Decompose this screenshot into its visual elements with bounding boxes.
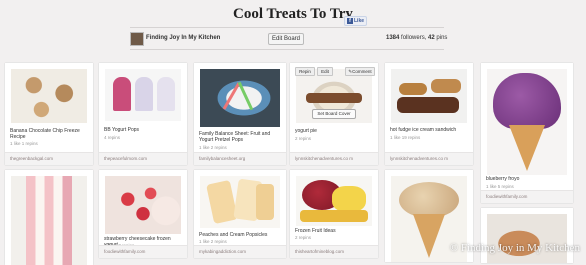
facebook-like-button[interactable]: f Like: [344, 16, 368, 26]
pins-count: 42: [428, 35, 435, 41]
comment-label: Comment: [352, 69, 372, 74]
pin-stats: 1 like 1 repins: [10, 141, 38, 146]
pin-source[interactable]: lynnskitchenadventures.co m: [385, 152, 473, 165]
board-title: Cool Treats To Try: [233, 6, 353, 22]
pin-image[interactable]: [11, 176, 87, 265]
pin-card[interactable]: Repin Edit ✎Comment Set Board Cover yogu…: [290, 63, 378, 165]
owner-avatar[interactable]: [130, 32, 144, 46]
pin-source[interactable]: familybalancesheet.org: [194, 152, 286, 165]
pin-source[interactable]: thegreenbackgal.com: [5, 152, 93, 165]
followers-label: followers,: [401, 35, 427, 41]
pin-stats: 1 like 2 repins: [199, 145, 227, 150]
pin-card[interactable]: hot fudge ice cream sandwich 1 like 19 r…: [385, 63, 473, 165]
edit-pin-button[interactable]: Edit: [317, 67, 333, 76]
pin-stats: 2 repins: [295, 136, 312, 141]
pin-stats: 1 like 5 repins: [486, 184, 514, 189]
pin-source[interactable]: mykabingaddiction.com: [194, 245, 286, 258]
pin-image[interactable]: [487, 214, 567, 263]
pin-description: BB Yogurt Pops: [104, 127, 140, 133]
pin-description: blueberry froyo: [486, 176, 520, 182]
owner-name[interactable]: Finding Joy In My Kitchen: [146, 35, 220, 41]
pin-description: Banana Chocolate Chip Freeze Recipe: [10, 128, 80, 140]
board-stats: 1384 followers, 42 pins: [386, 35, 447, 41]
edit-board-button[interactable]: Edit Board: [268, 33, 304, 45]
pin-description: Family Balance Sheet: Fruit and Yogurt P…: [199, 131, 271, 143]
pin-source[interactable]: thisheartofmineblog.com: [290, 245, 378, 258]
pin-description: yogurt pie: [295, 128, 317, 134]
pin-source[interactable]: lynnskitchenadventures.co m: [290, 152, 378, 165]
pin-image[interactable]: [11, 69, 87, 123]
pin-image[interactable]: [296, 176, 372, 226]
header-divider-bottom: [130, 49, 444, 50]
watermark: © Finding Joy in My Kitchen: [449, 242, 580, 254]
pin-image[interactable]: [105, 69, 181, 121]
pin-description: Peaches and Cream Popsicles: [199, 232, 268, 238]
pin-card[interactable]: strawberry cheesecake frozen yogurt 1 li…: [99, 170, 187, 258]
set-board-cover-button[interactable]: Set Board Cover: [312, 109, 356, 119]
pins-label: pins: [436, 35, 448, 41]
pin-stats: 2 repins: [295, 235, 312, 240]
pin-image[interactable]: [105, 176, 181, 234]
followers-count[interactable]: 1384: [386, 35, 399, 41]
pin-image[interactable]: [200, 69, 280, 127]
pin-source[interactable]: foodiewithfamily.com: [99, 245, 187, 258]
pin-card[interactable]: Family Balance Sheet: Fruit and Yogurt P…: [194, 63, 286, 165]
like-label: Like: [354, 18, 365, 24]
pin-card[interactable]: Peaches and Cream Popsicles 1 like 2 rep…: [194, 170, 286, 258]
header-divider-top: [130, 27, 444, 28]
comment-button[interactable]: ✎Comment: [345, 67, 375, 76]
pin-card[interactable]: BB Yogurt Pops 4 repins thepeacefulmom.c…: [99, 63, 187, 165]
pin-card[interactable]: [5, 170, 93, 265]
repin-button[interactable]: Repin: [295, 67, 315, 76]
pin-description: hot fudge ice cream sandwich: [390, 127, 457, 133]
pin-description: Frozen Fruit Ideas: [295, 228, 336, 234]
pin-image[interactable]: [487, 69, 567, 175]
pin-source[interactable]: foodiewithfamily.com: [481, 190, 573, 203]
facebook-icon: f: [347, 17, 353, 24]
pin-card[interactable]: blueberry froyo 1 like 5 repins foodiewi…: [481, 63, 573, 203]
pin-image[interactable]: [391, 69, 467, 123]
pin-card[interactable]: Frozen Fruit Ideas 2 repins thisheartofm…: [290, 170, 378, 258]
pin-stats: 1 like 2 repins: [199, 239, 227, 244]
pin-card[interactable]: [481, 208, 573, 263]
pin-stats: 1 like 19 repins: [390, 135, 421, 140]
pin-image[interactable]: [200, 176, 280, 228]
pin-stats: 4 repins: [104, 135, 121, 140]
pin-card[interactable]: Banana Chocolate Chip Freeze Recipe 1 li…: [5, 63, 93, 165]
pin-source[interactable]: thepeacefulmom.com: [99, 152, 187, 165]
